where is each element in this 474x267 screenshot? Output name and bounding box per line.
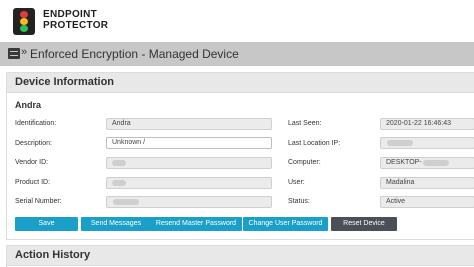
green-light <box>20 25 28 32</box>
computer-field: DESKTOP- <box>380 157 474 169</box>
user-field: Madalina <box>380 177 474 189</box>
computer-label: Computer: <box>288 159 321 166</box>
last-location-ip-field <box>380 137 474 149</box>
last-seen-label: Last Seen: <box>288 120 322 127</box>
red-light <box>20 11 28 18</box>
user-label: User: <box>288 179 305 186</box>
serial-number-label: Serial Number: <box>15 198 62 205</box>
identification-value: Andra <box>112 120 131 127</box>
device-information-panel: Device Information Andra Identification:… <box>6 72 474 240</box>
reset-device-button[interactable]: Reset Device <box>331 217 397 231</box>
status-value: Active <box>386 198 406 205</box>
product-id-label: Product ID: <box>15 179 51 186</box>
traffic-light-logo-icon <box>13 8 35 35</box>
page-title-bar: » Enforced Encryption - Managed Device <box>0 42 474 66</box>
save-button[interactable]: Save <box>15 217 78 231</box>
resend-master-password-button[interactable]: Resend Master Password <box>150 217 242 231</box>
serial-number-field <box>106 196 272 208</box>
product-id-field <box>106 177 272 189</box>
menu-list-icon[interactable] <box>8 48 20 59</box>
send-messages-button[interactable]: Send Messages <box>81 217 151 231</box>
change-user-password-button[interactable]: Change User Password <box>243 217 328 231</box>
user-value: Madalina <box>386 179 415 186</box>
status-label: Status: <box>288 198 310 205</box>
brand-logo[interactable]: ENDPOINT PROTECTOR <box>43 9 108 31</box>
description-label: Description: <box>15 140 52 147</box>
description-value: Unknown / <box>112 139 146 146</box>
identification-label: Identification: <box>15 120 57 127</box>
brand-line-2: PROTECTOR <box>43 20 109 31</box>
last-seen-field: 2020-01-22 16:46:43 <box>380 118 474 130</box>
device-name-heading: Andra <box>15 100 42 110</box>
vendor-id-field <box>106 157 272 169</box>
brand-line-1: ENDPOINT <box>43 9 98 20</box>
redacted-mark <box>387 140 413 146</box>
page-title: Enforced Encryption - Managed Device <box>30 47 239 61</box>
description-input[interactable]: Unknown / <box>106 137 272 149</box>
redacted-mark <box>422 160 449 166</box>
identification-field: Andra <box>106 118 272 130</box>
device-information-header: Device Information <box>7 73 474 93</box>
status-field: Active <box>380 196 474 208</box>
last-location-ip-label: Last Location IP: <box>288 140 341 147</box>
last-seen-value: 2020-01-22 16:46:43 <box>386 120 451 127</box>
breadcrumb-separator: » <box>21 46 28 58</box>
redacted-mark <box>112 160 126 166</box>
redacted-mark <box>113 199 139 205</box>
redacted-mark <box>112 180 126 186</box>
top-header: ENDPOINT PROTECTOR <box>0 0 474 43</box>
action-history-panel: Action History <box>6 245 474 267</box>
vendor-id-label: Vendor ID: <box>15 159 49 166</box>
computer-value: DESKTOP- <box>386 159 422 166</box>
yellow-light <box>20 18 28 25</box>
action-history-header[interactable]: Action History <box>7 246 474 266</box>
